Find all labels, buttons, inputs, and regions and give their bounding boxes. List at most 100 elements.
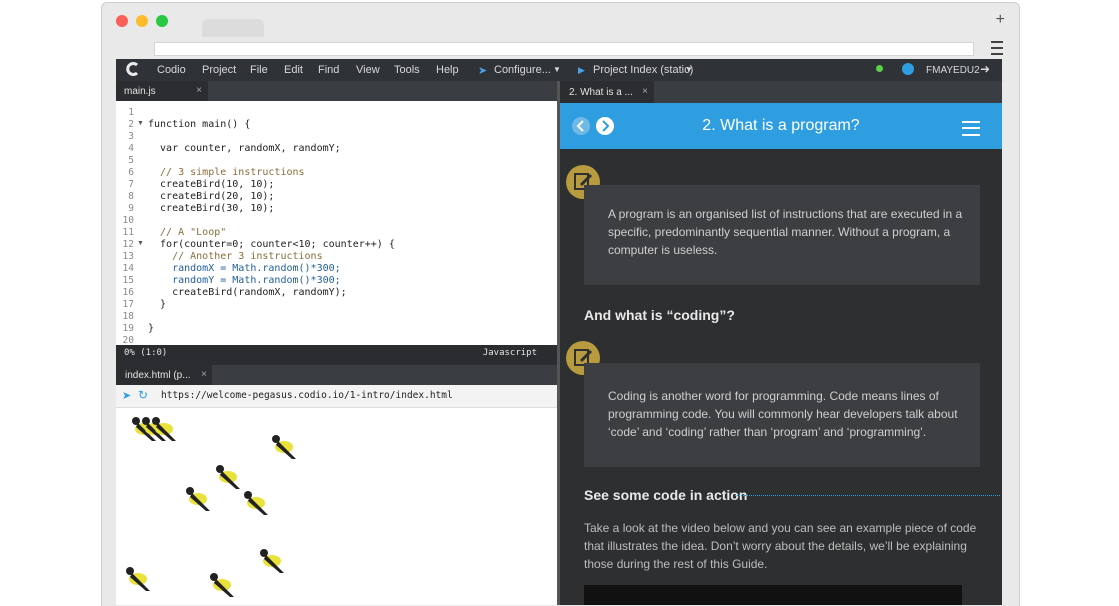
- preview-tab[interactable]: index.html (p... ×: [116, 365, 212, 385]
- rocket-icon: ➤: [478, 65, 488, 77]
- line-number: 13: [122, 251, 134, 262]
- browser-tab[interactable]: [202, 19, 264, 37]
- close-tab-icon[interactable]: ×: [201, 369, 207, 380]
- info-card: A program is an organised list of instru…: [584, 185, 980, 285]
- menu-tools[interactable]: Tools: [394, 64, 420, 76]
- code-line[interactable]: }: [148, 299, 166, 310]
- username-label[interactable]: FMAYEDU2: [926, 65, 980, 76]
- chevron-down-icon[interactable]: ▼: [685, 65, 693, 74]
- code-line[interactable]: var counter, randomX, randomY;: [148, 143, 341, 154]
- line-number: 3: [128, 131, 134, 142]
- line-number: 18: [122, 311, 134, 322]
- play-icon[interactable]: ▶: [578, 65, 585, 76]
- line-number: 15: [122, 275, 134, 286]
- line-number: 16: [122, 287, 134, 298]
- line-number: 5: [128, 155, 134, 166]
- chevron-down-icon[interactable]: ▼: [553, 65, 561, 74]
- bird-sprite: [186, 487, 210, 511]
- language-mode[interactable]: Javascript: [483, 348, 537, 358]
- paragraph: A program is an organised list of instru…: [608, 207, 963, 257]
- power-icon[interactable]: [902, 63, 914, 75]
- line-number: 12: [122, 239, 134, 250]
- menu-file[interactable]: File: [250, 64, 268, 76]
- menu-codio[interactable]: Codio: [157, 64, 186, 76]
- preview-address-bar: ➤ ↻ https://welcome-pegasus.codio.io/1-i…: [116, 385, 557, 408]
- preview-tab-bar: index.html (p... ×: [116, 365, 557, 385]
- line-number: 4: [128, 143, 134, 154]
- guide-tab-bar: 2. What is a ... ×: [560, 81, 1002, 103]
- preview-pane: index.html (p... × ➤ ↻ https://welcome-p…: [116, 365, 557, 605]
- bird-sprite: [210, 573, 234, 597]
- code-line[interactable]: createBird(randomX, randomY);: [148, 287, 347, 298]
- code-line[interactable]: // Another 3 instructions: [148, 251, 323, 262]
- line-number: 6: [128, 167, 134, 178]
- address-bar[interactable]: [154, 42, 974, 56]
- fold-arrow-icon[interactable]: ▼: [137, 240, 144, 247]
- info-card: Coding is another word for programming. …: [584, 363, 980, 467]
- codio-app: Codio Project File Edit Find View Tools …: [116, 59, 1002, 605]
- logout-icon[interactable]: ➜: [980, 62, 990, 76]
- line-number: 1: [128, 107, 134, 118]
- new-tab-icon[interactable]: +: [996, 11, 1005, 29]
- code-line[interactable]: createBird(10, 10);: [148, 179, 274, 190]
- code-line[interactable]: createBird(20, 10);: [148, 191, 274, 202]
- guide-header: 2. What is a program?: [560, 103, 1002, 149]
- paragraph: Coding is another word for programming. …: [608, 389, 958, 439]
- code-line[interactable]: createBird(30, 10);: [148, 203, 274, 214]
- navigate-icon[interactable]: ➤: [122, 389, 131, 402]
- line-number: 17: [122, 299, 134, 310]
- code-line[interactable]: // A "Loop": [148, 227, 226, 238]
- preview-url[interactable]: https://welcome-pegasus.codio.io/1-intro…: [161, 390, 453, 401]
- line-number: 19: [122, 323, 134, 334]
- line-number: 11: [122, 227, 134, 238]
- menu-edit[interactable]: Edit: [284, 64, 303, 76]
- refresh-icon[interactable]: ↻: [138, 388, 148, 402]
- paragraph: Take a look at the video below and you c…: [584, 521, 977, 571]
- line-number: 2: [128, 119, 134, 130]
- close-tab-icon[interactable]: ×: [196, 85, 202, 96]
- guide-menu-icon[interactable]: [962, 121, 980, 136]
- menu-find[interactable]: Find: [318, 64, 339, 76]
- close-window-button[interactable]: [116, 15, 128, 27]
- code-editor[interactable]: main.js × 1 2 ▼ 3 4 5 6 7 8 9 10 11 12 ▼…: [116, 81, 557, 346]
- code-line[interactable]: randomY = Math.random()*300;: [148, 275, 341, 286]
- minimize-window-button[interactable]: [136, 15, 148, 27]
- menu-project[interactable]: Project: [202, 64, 236, 76]
- guide-title: 2. What is a program?: [702, 117, 860, 134]
- file-tab-label: main.js: [124, 86, 156, 97]
- code-line[interactable]: // 3 simple instructions: [148, 167, 305, 178]
- bird-sprite: [272, 435, 296, 459]
- bird-sprite: [152, 417, 176, 441]
- line-number: 10: [122, 215, 134, 226]
- project-index-menu[interactable]: Project Index (static): [593, 64, 693, 76]
- configure-menu[interactable]: Configure...: [494, 64, 551, 76]
- line-number: 8: [128, 191, 134, 202]
- dotted-divider: [735, 495, 1000, 496]
- code-line[interactable]: for(counter=0; counter<10; counter++) {: [148, 239, 395, 250]
- line-number: 9: [128, 203, 134, 214]
- bird-sprite: [244, 491, 268, 515]
- browser-menu-icon[interactable]: [991, 41, 1003, 55]
- guide-tab-label: 2. What is a ...: [569, 87, 633, 98]
- bird-sprite: [126, 567, 150, 591]
- line-gutter: 1 2 ▼ 3 4 5 6 7 8 9 10 11 12 ▼ 13 14 15 …: [116, 103, 144, 346]
- menu-help[interactable]: Help: [436, 64, 459, 76]
- close-tab-icon[interactable]: ×: [642, 86, 648, 97]
- codio-logo-icon[interactable]: [126, 62, 140, 76]
- code-line[interactable]: function main() {: [148, 119, 250, 130]
- code-line[interactable]: }: [148, 323, 154, 334]
- preview-tab-label: index.html (p...: [125, 370, 191, 381]
- fold-arrow-icon[interactable]: ▼: [137, 120, 144, 127]
- bird-sprite: [260, 549, 284, 573]
- guide-tab[interactable]: 2. What is a ... ×: [560, 81, 654, 103]
- section-heading: And what is “coding”?: [584, 307, 735, 323]
- video-thumbnail[interactable]: [584, 585, 962, 605]
- menu-view[interactable]: View: [356, 64, 380, 76]
- line-number: 14: [122, 263, 134, 274]
- file-tab-main-js[interactable]: main.js ×: [116, 81, 208, 101]
- guide-pane: 2. What is a ... × 2. What is a program?…: [560, 81, 1002, 605]
- maximize-window-button[interactable]: [156, 15, 168, 27]
- section-heading: See some code in action: [584, 487, 748, 503]
- menubar: Codio Project File Edit Find View Tools …: [116, 59, 1002, 81]
- code-line[interactable]: randomX = Math.random()*300;: [148, 263, 341, 274]
